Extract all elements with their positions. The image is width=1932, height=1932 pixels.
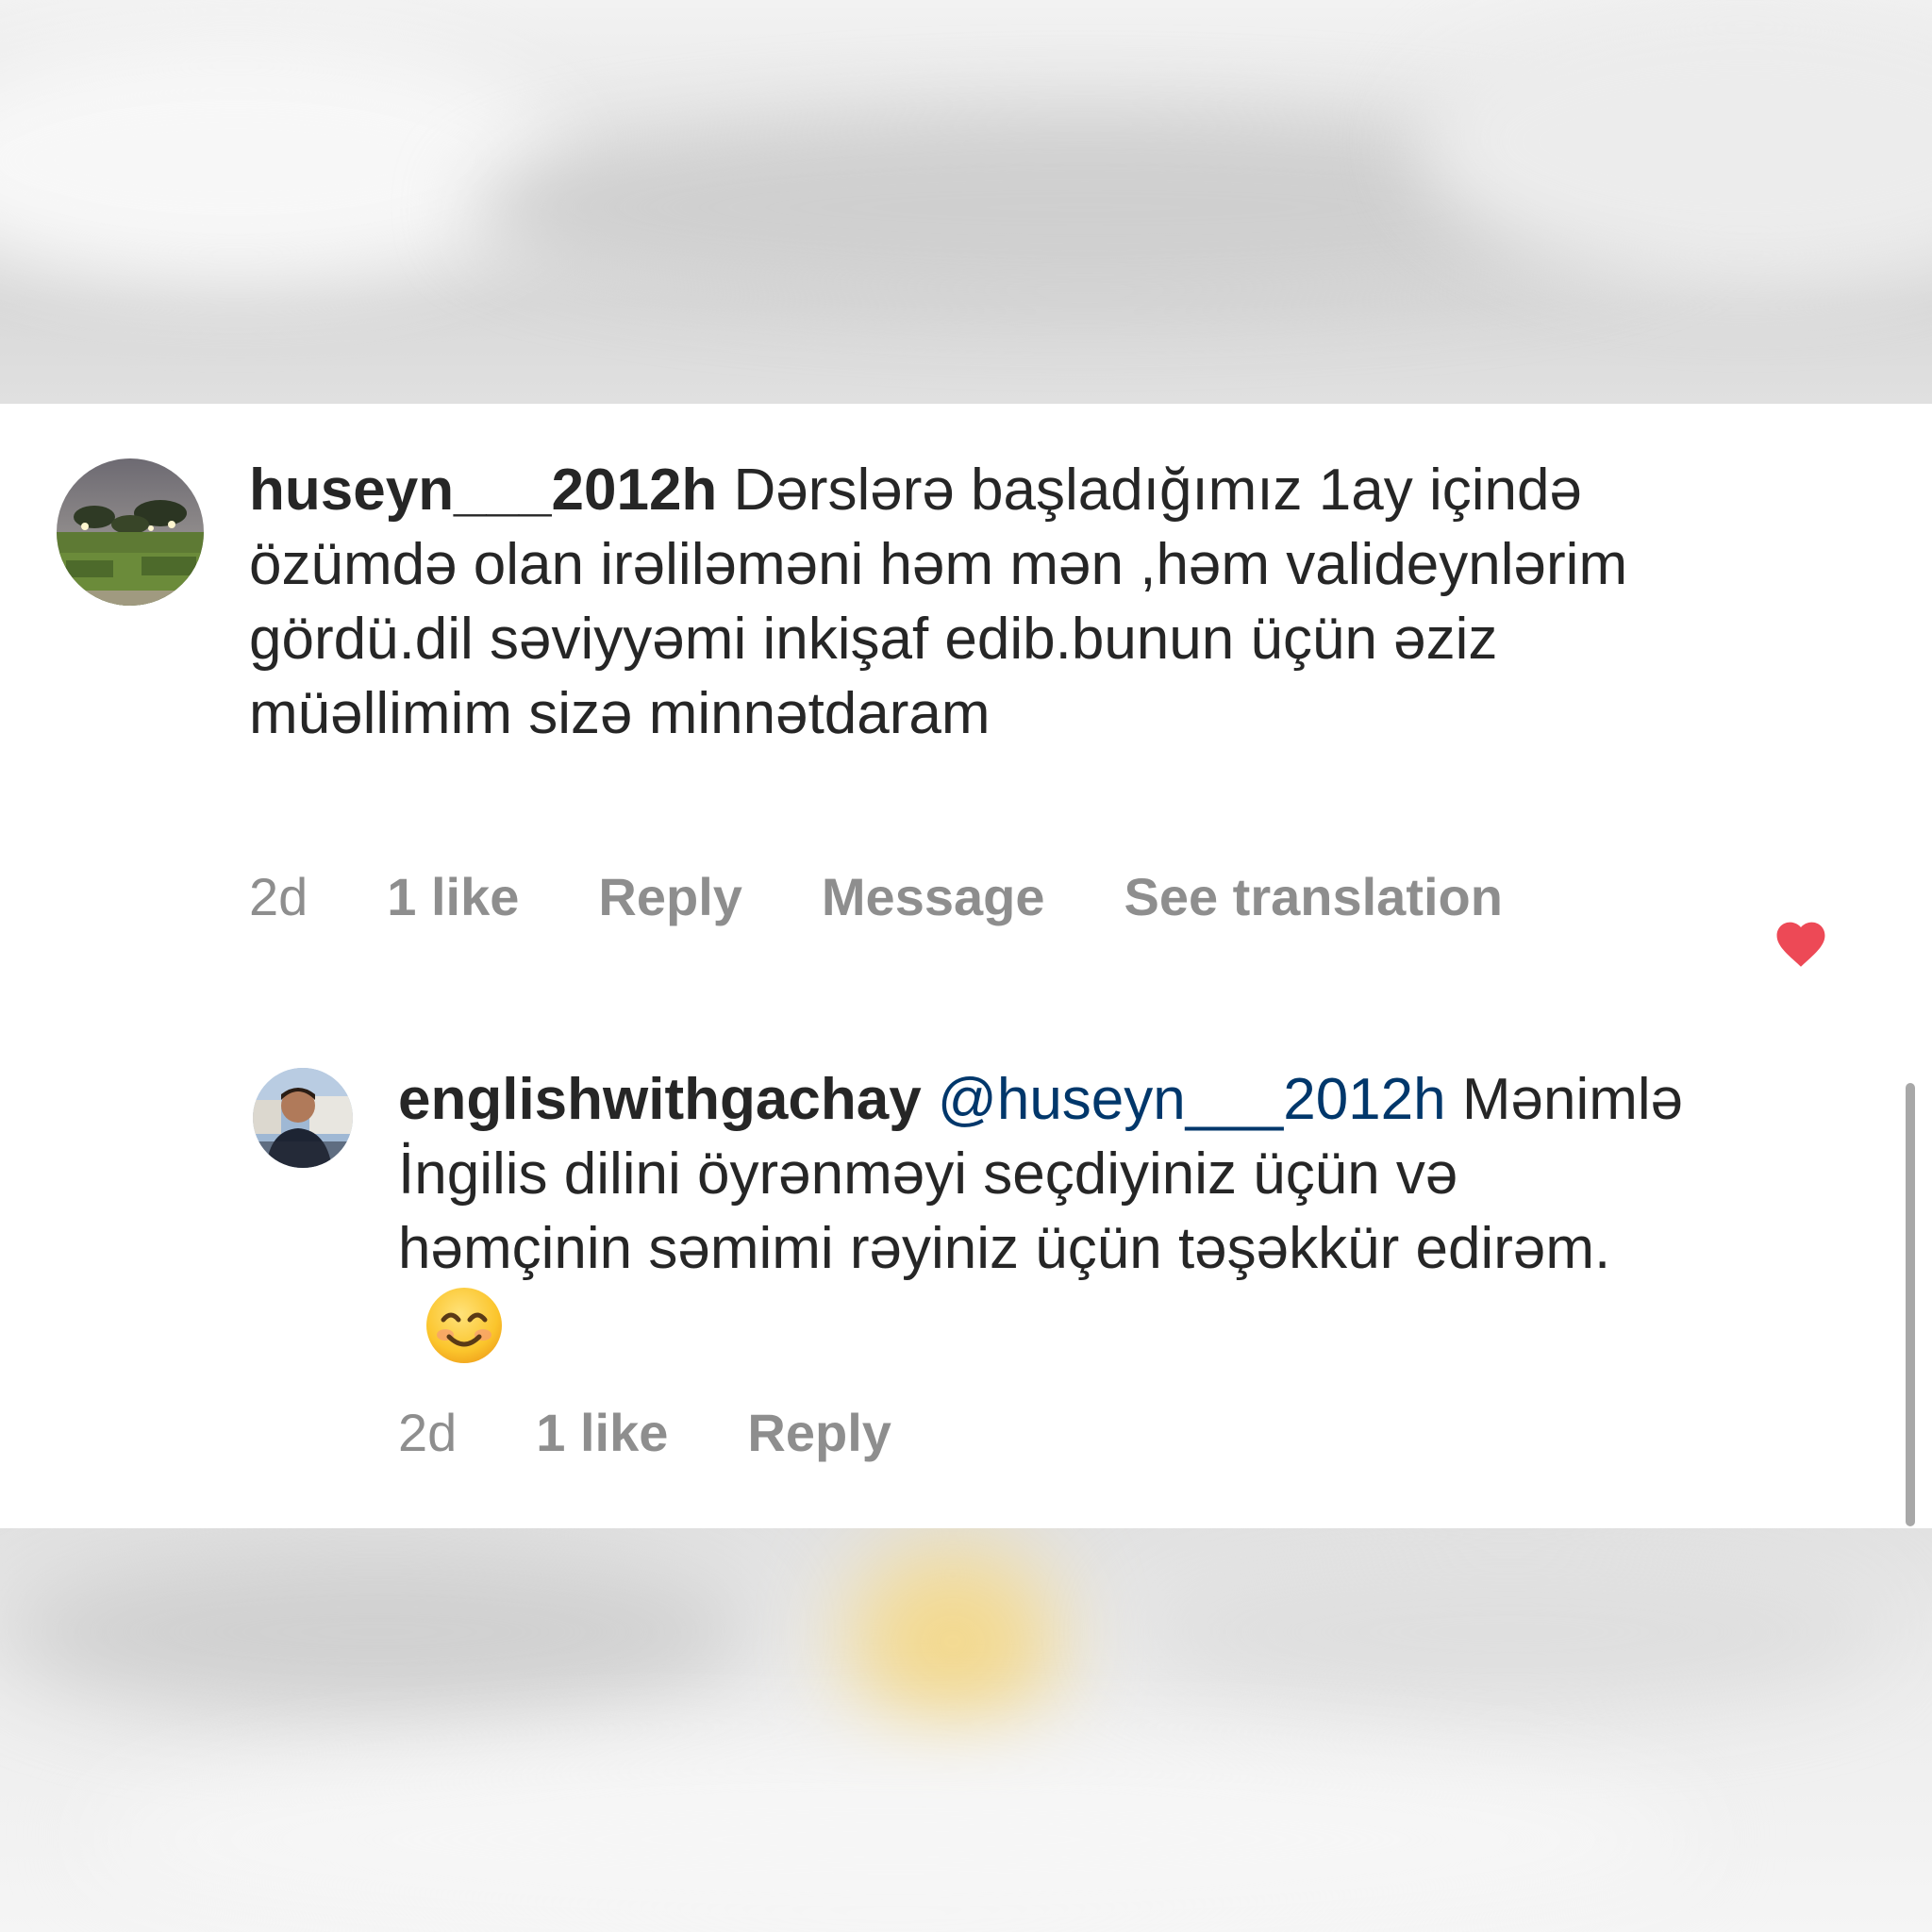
reply-timestamp: 2d	[398, 1403, 458, 1462]
avatar-image	[253, 1068, 353, 1168]
comments-panel: huseyn___2012h Dərslərə başladığımız 1ay…	[0, 404, 1932, 1579]
blurred-background-bottom	[0, 1528, 1932, 1932]
reply-comment-item: englishwithgachay @huseyn___2012h Məniml…	[0, 404, 1932, 1579]
mention-link[interactable]: @huseyn___2012h	[938, 1067, 1446, 1132]
reply-text: englishwithgachay @huseyn___2012h Məniml…	[398, 1062, 1700, 1370]
person-photo-avatar[interactable]	[253, 1068, 353, 1168]
reply-username[interactable]: englishwithgachay	[398, 1067, 922, 1132]
reply-actions: 2d 1 like Reply	[398, 1402, 971, 1463]
scrollbar[interactable]	[1906, 1083, 1915, 1526]
reply-reply-button[interactable]: Reply	[747, 1402, 891, 1463]
reply-likes-count-button[interactable]: 1 like	[536, 1402, 668, 1463]
smiling-face-emoji-icon	[425, 1286, 504, 1365]
blurred-background-top	[0, 0, 1932, 404]
